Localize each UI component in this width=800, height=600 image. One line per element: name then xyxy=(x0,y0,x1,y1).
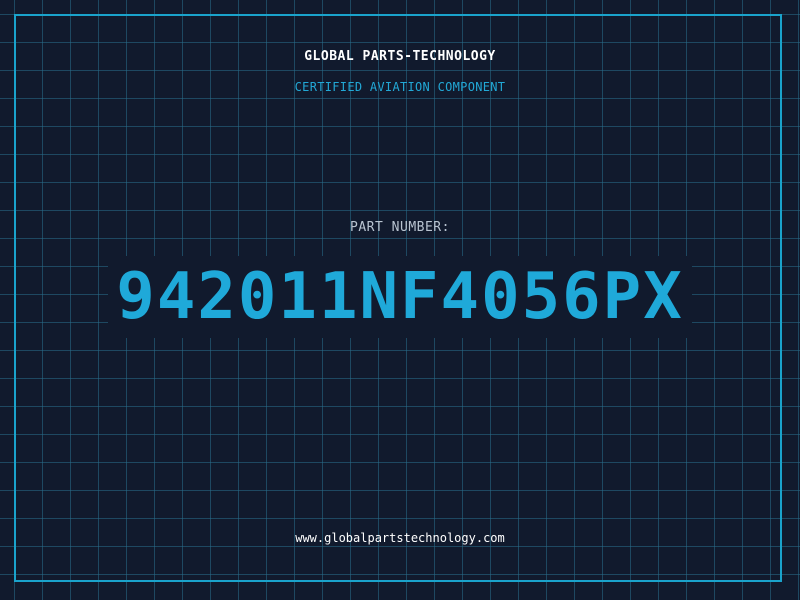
company-name: GLOBAL PARTS-TECHNOLOGY xyxy=(304,49,496,64)
part-number-value: 942011NF4056PX xyxy=(108,256,692,338)
certification-subtitle: CERTIFIED AVIATION COMPONENT xyxy=(294,80,506,94)
website-url: www.globalpartstechnology.com xyxy=(295,531,505,545)
part-number-container: 942011NF4056PX xyxy=(0,256,800,338)
part-label-card: GLOBAL PARTS-TECHNOLOGY CERTIFIED AVIATI… xyxy=(0,0,800,600)
part-number-label: PART NUMBER: xyxy=(350,220,450,235)
